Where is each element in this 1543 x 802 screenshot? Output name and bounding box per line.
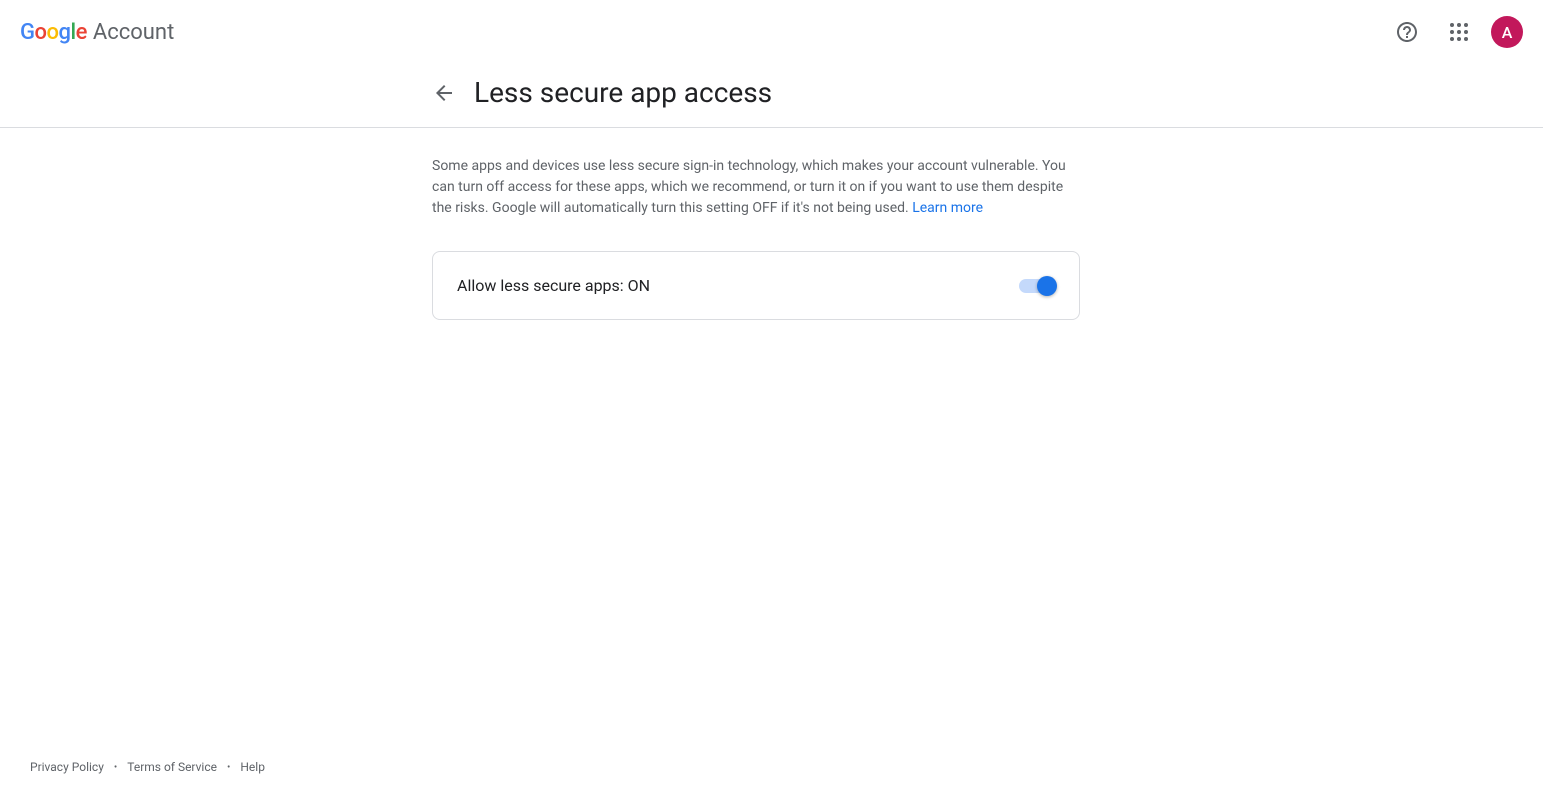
terms-link[interactable]: Terms of Service [127,760,217,774]
description-text: Some apps and devices use less secure si… [432,156,1080,219]
back-arrow-icon[interactable] [432,81,456,105]
help-link[interactable]: Help [240,760,265,774]
content: Some apps and devices use less secure si… [0,128,1080,320]
page-title: Less secure app access [474,76,772,109]
footer-separator: • [227,762,230,773]
learn-more-link[interactable]: Learn more [912,200,983,216]
account-text: Account [93,20,174,45]
help-icon[interactable] [1387,12,1427,52]
title-bar: Less secure app access [0,64,1543,128]
toggle-thumb [1037,276,1057,296]
setting-card: Allow less secure apps: ON [432,251,1080,320]
footer-separator: • [114,762,117,773]
allow-less-secure-toggle[interactable] [1019,279,1055,293]
footer: Privacy Policy • Terms of Service • Help [30,760,265,774]
header-right: A [1387,12,1523,52]
google-logo: Google [20,20,87,45]
avatar[interactable]: A [1491,16,1523,48]
setting-label: Allow less secure apps: ON [457,276,650,295]
google-account-logo[interactable]: Google Account [20,20,174,45]
privacy-link[interactable]: Privacy Policy [30,760,104,774]
apps-icon[interactable] [1439,12,1479,52]
header: Google Account A [0,0,1543,64]
